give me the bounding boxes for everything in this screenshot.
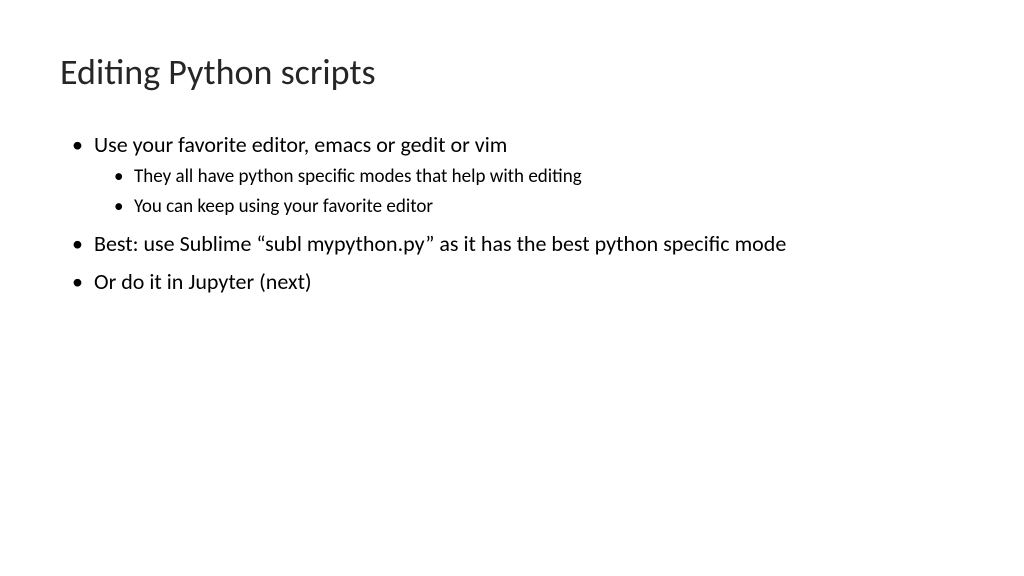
bullet-text: You can keep using your favorite editor (134, 195, 433, 218)
list-item: They all have python specific modes that… (130, 164, 964, 191)
list-item: Or do it in Jupyter (next) (90, 267, 964, 297)
bullet-text: Use your favorite editor, emacs or gedit… (94, 131, 507, 158)
sub-bullet-list: They all have python specific modes that… (94, 164, 964, 221)
list-item: Best: use Sublime “subl mypython.py” as … (90, 229, 964, 259)
list-item: You can keep using your favorite editor (130, 194, 964, 221)
slide-title: Editing Python scripts (60, 50, 964, 94)
bullet-text: Or do it in Jupyter (next) (94, 268, 312, 295)
bullet-text: Best: use Sublime “subl mypython.py” as … (94, 230, 786, 257)
list-item: Use your favorite editor, emacs or gedit… (90, 130, 964, 221)
bullet-text: They all have python specific modes that… (134, 165, 582, 188)
bullet-list: Use your favorite editor, emacs or gedit… (60, 130, 964, 296)
